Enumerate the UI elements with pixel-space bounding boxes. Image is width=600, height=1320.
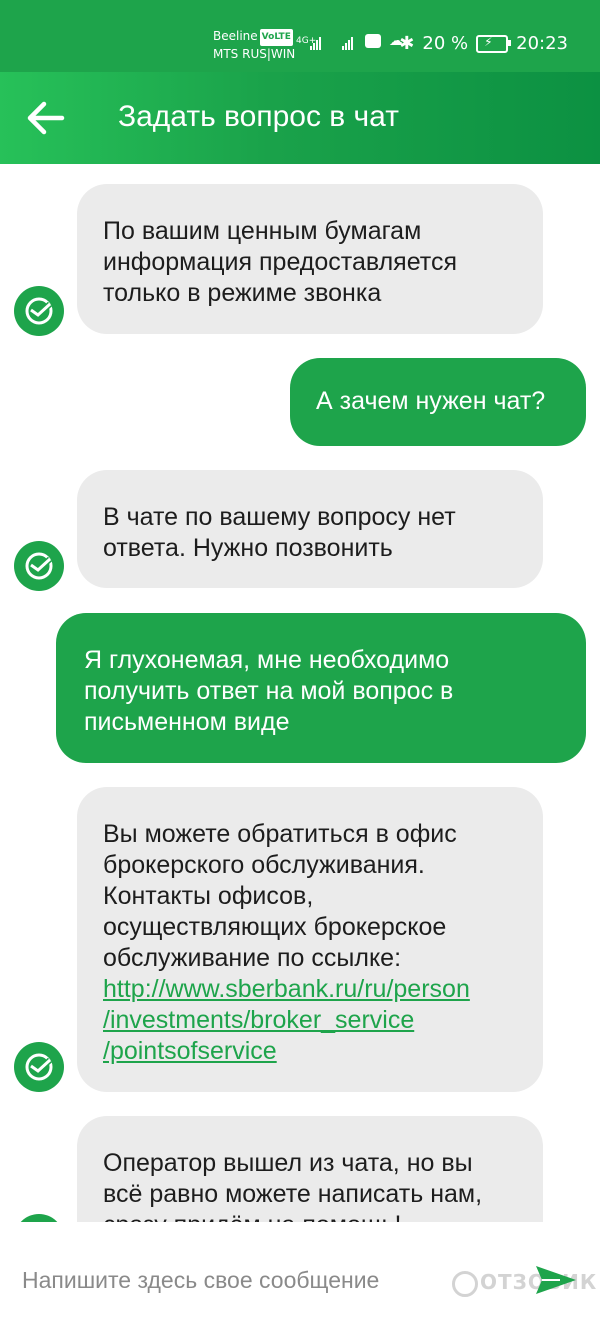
- message-text: По вашим ценным бумагам информация предо…: [103, 217, 457, 307]
- message-text: Я глухонемая, мне необходимо получить от…: [84, 646, 454, 736]
- bot-avatar: [14, 1214, 64, 1222]
- message-text: Вы можете обратиться в офис брокерского …: [103, 820, 457, 972]
- send-icon[interactable]: [534, 1262, 578, 1298]
- carrier-mts: MTS RUS|WIN: [213, 47, 296, 61]
- link-line[interactable]: /investments/broker_service: [103, 1006, 414, 1034]
- clock: 20:23: [516, 33, 568, 54]
- sber-logo-icon: [25, 1053, 53, 1081]
- bot-avatar: [14, 286, 64, 336]
- bot-message: По вашим ценным бумагам информация предо…: [77, 184, 543, 334]
- battery-icon: ⚡: [476, 34, 512, 53]
- volte-badge: VoLTE: [259, 29, 293, 46]
- carrier-info: Beeline VoLTE MTS RUS|WIN: [213, 28, 295, 63]
- message-text: В чате по вашему вопросу нет ответа. Нуж…: [103, 503, 456, 562]
- sber-logo-icon: [25, 552, 53, 580]
- user-message: Я глухонемая, мне необходимо получить от…: [56, 613, 586, 763]
- signal-icon: [310, 36, 321, 50]
- bot-message: Оператор вышел из чата, но вы всё равно …: [77, 1116, 543, 1222]
- status-right: ✱ 20 % ⚡ 20:23: [399, 33, 568, 54]
- link-line[interactable]: /pointsofservice: [103, 1037, 277, 1065]
- back-arrow-icon[interactable]: [22, 94, 70, 142]
- sber-logo-icon: [25, 297, 53, 325]
- user-message: А зачем нужен чат?: [290, 358, 586, 446]
- watermark-logo-icon: [452, 1270, 478, 1297]
- bot-avatar: [14, 541, 64, 591]
- carrier-beeline: Beeline: [213, 29, 258, 43]
- message-composer: ОТЗОВИК: [0, 1222, 600, 1320]
- bot-message: В чате по вашему вопросу нет ответа. Нуж…: [77, 470, 543, 588]
- bot-avatar: [14, 1042, 64, 1092]
- bot-message: Вы можете обратиться в офис брокерского …: [77, 787, 543, 1092]
- battery-percent: 20 %: [422, 33, 469, 54]
- message-text: Оператор вышел из чата, но вы всё равно …: [103, 1149, 483, 1222]
- page-title: Задать вопрос в чат: [118, 100, 399, 133]
- message-text: А зачем нужен чат?: [316, 387, 546, 415]
- app-bar: Задать вопрос в чат: [0, 72, 600, 164]
- chat-area[interactable]: По вашим ценным бумагам информация предо…: [0, 164, 600, 1222]
- link-line[interactable]: http://www.sberbank.ru/ru/person: [103, 975, 470, 1003]
- message-input[interactable]: [22, 1260, 492, 1300]
- link-offices[interactable]: http://www.sberbank.ru/ru/person /invest…: [103, 975, 470, 1065]
- signal-icon-2: [342, 36, 353, 50]
- app-notification-icon: [365, 34, 381, 48]
- status-bar: Beeline VoLTE MTS RUS|WIN 4G+ ☁ ✱ 20 % ⚡ …: [0, 0, 600, 72]
- bluetooth-icon: ✱: [399, 33, 415, 54]
